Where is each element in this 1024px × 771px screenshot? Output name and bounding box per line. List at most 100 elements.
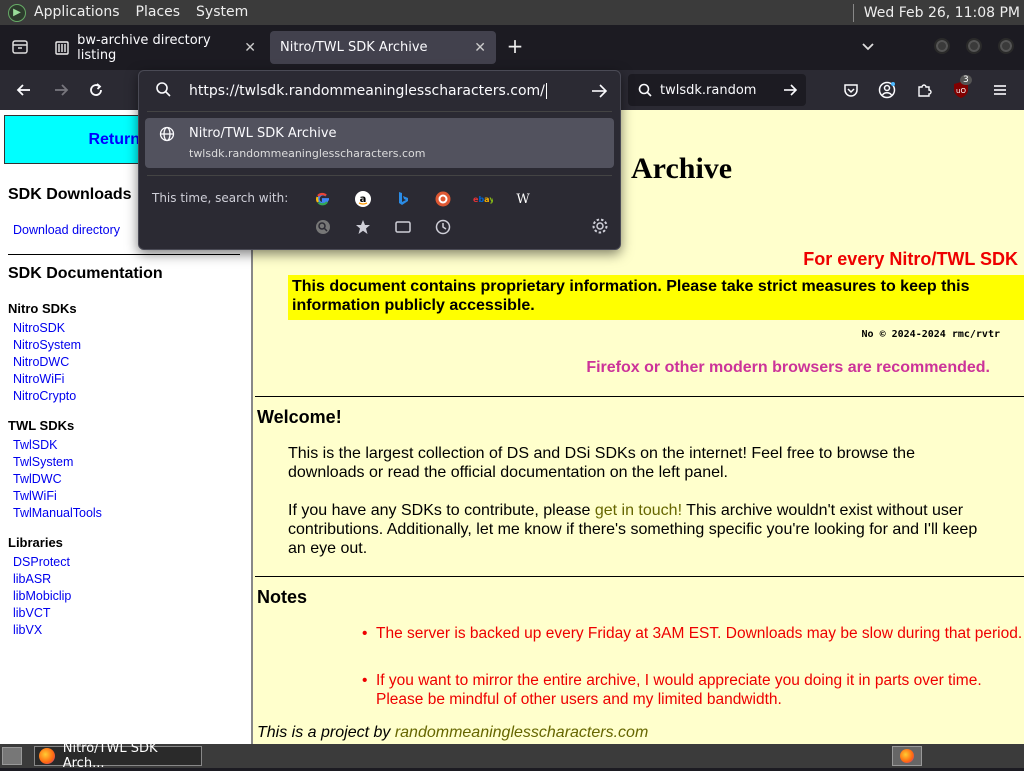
firefox-view-button[interactable] [8, 35, 32, 59]
tab-twl-sdk-archive[interactable]: Nitro/TWL SDK Archive ✕ [270, 31, 496, 64]
clock-icon [435, 219, 451, 235]
chevron-down-icon [862, 43, 874, 51]
bookmarks-search-button[interactable] [313, 217, 333, 237]
sidebar-link-twlmanualtools[interactable]: TwlManualTools [13, 506, 102, 520]
back-arrow-icon [16, 84, 30, 96]
sidebar-link-dsprotect[interactable]: DSProtect [13, 555, 70, 569]
menu-applications[interactable]: Applications [26, 0, 128, 25]
ebay-icon: ebay [473, 195, 493, 204]
suggestion-url: twlsdk.randommeaninglesscharacters.com [189, 147, 426, 160]
search-icon [316, 220, 330, 234]
sidebar-link-twlsystem[interactable]: TwlSystem [13, 455, 73, 469]
contribute-paragraph: If you have any SDKs to contribute, plea… [288, 502, 978, 557]
ublock-count-badge: 3 [960, 75, 972, 85]
account-button[interactable] [876, 79, 898, 101]
sidebar-link-nitrosystem[interactable]: NitroSystem [13, 338, 81, 352]
desktop-top-panel: ▶ Applications Places System Wed Feb 26,… [0, 0, 1024, 25]
workspace-switcher[interactable] [892, 746, 922, 766]
duckduckgo-icon [435, 191, 451, 207]
back-button[interactable] [13, 79, 35, 101]
sidebar-link-libmobiclip[interactable]: libMobiclip [13, 589, 71, 603]
new-tab-button[interactable]: + [504, 35, 526, 59]
minimize-window-button[interactable] [934, 38, 950, 54]
libraries-heading: Libraries [8, 535, 63, 550]
dropdown-divider [147, 111, 612, 112]
search-go-button[interactable] [782, 82, 798, 102]
tab-close-icon[interactable]: ✕ [474, 40, 486, 56]
nitro-sdks-heading: Nitro SDKs [8, 301, 77, 316]
twl-sdks-heading: TWL SDKs [8, 418, 75, 433]
puzzle-icon [918, 84, 932, 97]
wikipedia-engine-button[interactable]: W [513, 189, 533, 209]
sdk-documentation-heading: SDK Documentation [8, 265, 163, 282]
tagline: For every Nitro/TWL SDK [803, 249, 1018, 269]
menu-places[interactable]: Places [128, 0, 189, 25]
google-icon [316, 192, 329, 206]
star-icon [356, 220, 370, 234]
sidebar-link-nitrosdk[interactable]: NitroSDK [13, 321, 65, 335]
bookmarks-button[interactable] [353, 217, 373, 237]
sidebar-link-twldwc[interactable]: TwlDWC [13, 472, 62, 486]
tab-close-icon[interactable]: ✕ [244, 40, 256, 56]
bullet-icon: • [362, 625, 368, 642]
ebay-engine-button[interactable]: ebay [473, 189, 493, 209]
amazon-icon: a [355, 191, 371, 207]
dropdown-divider [147, 175, 612, 176]
firefox-view-icon [12, 40, 28, 54]
get-in-touch-link[interactable]: get in touch! [595, 502, 682, 519]
note-item: • If you want to mirror the entire archiv… [362, 672, 982, 708]
show-desktop-button[interactable] [2, 747, 22, 765]
panel-separator [852, 3, 854, 22]
duckduckgo-engine-button[interactable] [433, 189, 453, 209]
hamburger-menu-icon [994, 85, 1006, 95]
copyright-notice: No © 2024-2024 rmc/rvtr [861, 329, 1000, 340]
welcome-heading: Welcome! [257, 407, 342, 427]
forward-button[interactable] [50, 79, 72, 101]
taskbar-window-firefox[interactable]: Nitro/TWL SDK Arch... [34, 741, 202, 771]
distro-logo-icon[interactable]: ▶ [8, 3, 26, 22]
arrow-right-icon [784, 84, 798, 96]
urlbar-input[interactable]: https://twlsdk.randommeaninglesscharacte… [139, 71, 620, 111]
svg-text:uO: uO [956, 87, 966, 95]
sidebar-rule [8, 254, 240, 255]
history-search-button[interactable] [433, 217, 453, 237]
amazon-engine-button[interactable]: a [353, 189, 373, 209]
tab-bw-archive[interactable]: bw-archive directory listing ✕ [44, 31, 266, 64]
urlbar-go-button[interactable] [590, 82, 608, 104]
search-icon [155, 81, 173, 101]
search-bar[interactable]: twlsdk.random [628, 74, 806, 106]
app-menu-button[interactable] [989, 79, 1011, 101]
page-title: Archive [631, 152, 733, 185]
welcome-paragraph: This is the largest collection of DS and… [288, 445, 915, 481]
sidebar-link-twlwifi[interactable]: TwlWiFi [13, 489, 57, 503]
sidebar-link-libasr[interactable]: libASR [13, 572, 51, 586]
tabs-search-button[interactable] [393, 217, 413, 237]
sidebar-link-libvct[interactable]: libVCT [13, 606, 51, 620]
sidebar-link-twlsdk[interactable]: TwlSDK [13, 438, 57, 452]
suggestion-title: Nitro/TWL SDK Archive [189, 126, 337, 141]
bing-engine-button[interactable] [393, 189, 413, 209]
menu-system[interactable]: System [188, 0, 256, 25]
reload-button[interactable] [85, 79, 107, 101]
sidebar-link-nitrowifi[interactable]: NitroWiFi [13, 372, 64, 386]
firefox-icon [39, 748, 55, 764]
sidebar-link-nitrocrypto[interactable]: NitroCrypto [13, 389, 76, 403]
maximize-window-button[interactable] [966, 38, 982, 54]
url-suggestion-item[interactable]: Nitro/TWL SDK Archive twlsdk.randommeani… [145, 118, 614, 168]
panel-clock[interactable]: Wed Feb 26, 11:08 PM [864, 5, 1024, 21]
search-settings-button[interactable] [591, 217, 611, 237]
extensions-button[interactable] [913, 79, 935, 101]
sidebar-link-libvx[interactable]: libVX [13, 623, 42, 637]
sidebar-link-nitrodwc[interactable]: NitroDWC [13, 355, 69, 369]
download-directory-link[interactable]: Download directory [13, 223, 120, 237]
notes-heading: Notes [257, 587, 308, 607]
author-site-link[interactable]: randommeaninglesscharacters.com [395, 724, 648, 741]
google-engine-button[interactable] [313, 189, 333, 209]
close-window-button[interactable] [998, 38, 1014, 54]
search-with-label: This time, search with: [152, 191, 289, 205]
section-rule [255, 396, 1024, 397]
list-all-tabs-button[interactable] [858, 37, 878, 57]
pocket-button[interactable] [840, 79, 862, 101]
section-rule [255, 576, 1024, 577]
search-bar-text: twlsdk.random [660, 82, 757, 98]
